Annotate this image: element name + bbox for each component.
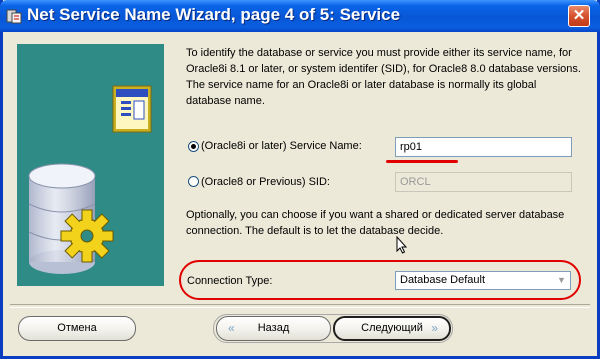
- back-button-label: Назад: [257, 322, 290, 334]
- close-icon: ✕: [572, 7, 586, 24]
- cancel-button-label: Отмена: [57, 322, 97, 334]
- close-button[interactable]: ✕: [568, 5, 590, 27]
- next-arrow-icon: »: [431, 321, 438, 335]
- window-title: Net Service Name Wizard, page 4 of 5: Se…: [27, 5, 401, 24]
- wizard-illustration: [17, 44, 164, 286]
- next-button[interactable]: Следующий »: [333, 316, 451, 341]
- service-name-label: (Oracle8i or later) Service Name:: [201, 140, 362, 152]
- sid-label: (Oracle8 or Previous) SID:: [201, 176, 330, 188]
- connection-type-value: Database Default: [400, 274, 485, 286]
- connection-type-select[interactable]: Database Default ▼: [395, 271, 571, 290]
- footer-divider: [10, 304, 590, 308]
- cancel-button[interactable]: Отмена: [18, 316, 136, 341]
- annotation-underline: [386, 160, 458, 163]
- sid-input[interactable]: [395, 172, 572, 192]
- back-button[interactable]: « Назад: [216, 316, 331, 341]
- title-bar[interactable]: Net Service Name Wizard, page 4 of 5: Se…: [0, 0, 600, 32]
- app-icon: [6, 9, 22, 24]
- chevron-down-icon: ▼: [557, 275, 566, 285]
- back-arrow-icon: «: [228, 321, 235, 335]
- gear-icon: [60, 209, 114, 263]
- next-button-label: Следующий: [361, 322, 423, 334]
- connection-type-label: Connection Type:: [187, 275, 273, 287]
- database-gear-icon: [28, 85, 152, 274]
- mouse-cursor-icon: [396, 236, 408, 254]
- connection-note-text: Optionally, you can choose if you want a…: [186, 209, 565, 237]
- service-name-radio[interactable]: [188, 141, 199, 152]
- service-name-input[interactable]: [395, 137, 572, 157]
- sid-radio[interactable]: [188, 176, 199, 187]
- form-card-icon: [112, 85, 152, 133]
- instructions-text: To identify the database or service you …: [186, 47, 581, 107]
